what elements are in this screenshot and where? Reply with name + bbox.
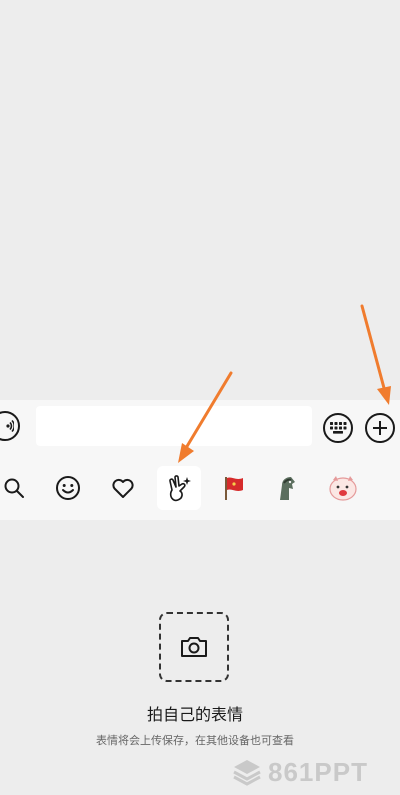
message-input[interactable]	[36, 406, 312, 446]
chat-area	[0, 0, 400, 400]
tab-sticker-cartoon[interactable]	[321, 466, 365, 510]
plus-icon	[373, 421, 387, 435]
red-flag-sticker-icon	[225, 477, 243, 500]
more-plus-button[interactable]	[365, 413, 395, 443]
tab-favorites[interactable]	[101, 466, 145, 510]
heart-icon	[112, 478, 134, 498]
capture-sticker-button[interactable]	[159, 612, 229, 682]
tab-search[interactable]	[0, 466, 36, 510]
watermark: 861PPT	[232, 756, 397, 788]
gesture-hand-icon	[169, 475, 191, 502]
keyboard-icon	[330, 422, 347, 434]
layers-logo-icon	[233, 760, 261, 786]
tab-gesture[interactable]	[157, 466, 201, 510]
search-icon	[4, 478, 24, 498]
cartoon-sticker-icon	[329, 476, 357, 501]
camera-icon	[181, 637, 207, 657]
tab-sticker-flag[interactable]	[212, 466, 256, 510]
tab-sticker-horse[interactable]	[265, 466, 309, 510]
watermark-text: 861PPT	[268, 756, 368, 787]
voice-icon	[6, 419, 14, 433]
panel-title: 拍自己的表情	[146, 705, 243, 724]
tab-emoji[interactable]	[46, 466, 90, 510]
horse-sticker-icon	[280, 477, 295, 500]
emoji-face-icon	[56, 476, 80, 500]
keyboard-button[interactable]	[323, 413, 353, 443]
panel-description: 表情将会上传保存，在其他设备也可查看	[96, 734, 294, 747]
